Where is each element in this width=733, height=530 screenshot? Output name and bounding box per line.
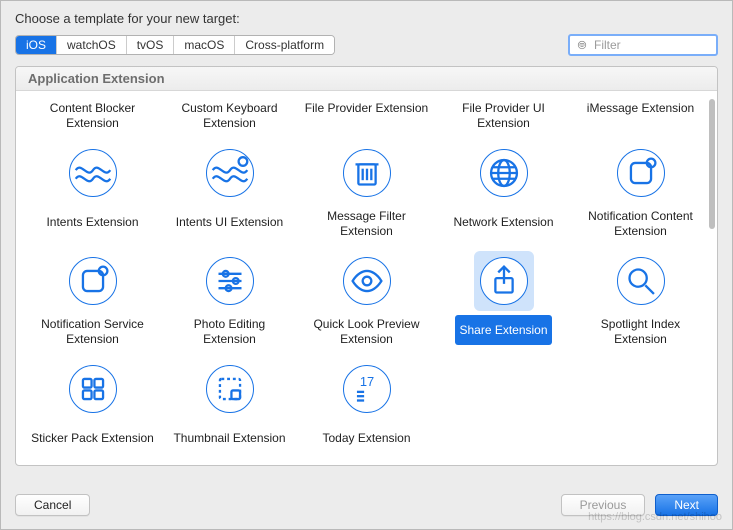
platform-tab-crossplatform[interactable]: Cross-platform: [235, 36, 334, 54]
globe-icon: [480, 149, 528, 197]
svg-text:17: 17: [359, 374, 373, 389]
platform-tab-tvos[interactable]: tvOS: [127, 36, 175, 54]
filter-field[interactable]: Filter: [568, 34, 718, 56]
template-network-extension[interactable]: Network Extension: [435, 141, 572, 243]
template-label: iMessage Extension: [583, 99, 698, 118]
grid4-icon: [69, 365, 117, 413]
template-share-extension[interactable]: Share Extension: [435, 249, 572, 351]
template-icon-wrap: [611, 251, 671, 311]
eye-icon: [343, 257, 391, 305]
template-chooser-sheet: Choose a template for your new target: i…: [0, 0, 733, 530]
template-thumbnail-extension[interactable]: Thumbnail Extension: [161, 357, 298, 455]
template-grid: Content Blocker ExtensionCustom Keyboard…: [16, 91, 717, 465]
sheet-title: Choose a template for your new target:: [1, 1, 732, 26]
filter-icon: [576, 39, 588, 51]
template-today-extension[interactable]: 17 Today Extension: [298, 357, 435, 455]
template-label: Photo Editing Extension: [163, 315, 296, 349]
template-label: Content Blocker Extension: [26, 99, 159, 133]
sliders-icon: [206, 257, 254, 305]
trash-icon: [343, 149, 391, 197]
next-button[interactable]: Next: [655, 494, 718, 516]
template-file-provider-ui-extension[interactable]: File Provider UI Extension: [435, 97, 572, 135]
template-label: File Provider Extension: [301, 99, 432, 118]
template-message-filter-extension[interactable]: Message Filter Extension: [298, 141, 435, 243]
scrollbar-thumb[interactable]: [709, 99, 715, 229]
template-photo-editing-extension[interactable]: Photo Editing Extension: [161, 249, 298, 351]
template-intents-extension[interactable]: Intents Extension: [24, 141, 161, 243]
template-label: Spotlight Index Extension: [574, 315, 707, 349]
previous-button: Previous: [561, 494, 646, 516]
template-custom-keyboard-extension[interactable]: Custom Keyboard Extension: [161, 97, 298, 135]
template-icon-wrap: [474, 251, 534, 311]
template-list-box: Application Extension Content Blocker Ex…: [15, 66, 718, 466]
template-icon-wrap: [337, 143, 397, 203]
template-content-blocker-extension[interactable]: Content Blocker Extension: [24, 97, 161, 135]
template-sticker-pack-extension[interactable]: Sticker Pack Extension: [24, 357, 161, 455]
template-icon-wrap: 17: [337, 359, 397, 419]
template-scroll-area[interactable]: Content Blocker ExtensionCustom Keyboard…: [16, 91, 717, 465]
template-icon-wrap: [200, 143, 260, 203]
share-icon: [480, 257, 528, 305]
template-label: Notification Content Extension: [574, 207, 707, 241]
template-label: Intents Extension: [42, 207, 142, 237]
calendar17-icon: 17: [343, 365, 391, 413]
template-label: Thumbnail Extension: [169, 423, 289, 453]
search-icon: [617, 257, 665, 305]
template-label: Today Extension: [318, 423, 414, 453]
cancel-button[interactable]: Cancel: [15, 494, 90, 516]
template-label: Network Extension: [449, 207, 557, 237]
platform-tab-ios[interactable]: iOS: [16, 36, 57, 54]
template-imessage-extension[interactable]: iMessage Extension: [572, 97, 709, 135]
filter-placeholder: Filter: [594, 38, 621, 52]
template-icon-wrap: [337, 251, 397, 311]
template-label: File Provider UI Extension: [437, 99, 570, 133]
template-label: Notification Service Extension: [26, 315, 159, 349]
template-icon-wrap: [200, 359, 260, 419]
platform-segmented-control: iOSwatchOStvOSmacOSCross-platform: [15, 35, 335, 55]
template-intents-ui-extension[interactable]: Intents UI Extension: [161, 141, 298, 243]
template-icon-wrap: [63, 251, 123, 311]
template-file-provider-extension[interactable]: File Provider Extension: [298, 97, 435, 135]
platform-tab-watchos[interactable]: watchOS: [57, 36, 127, 54]
platform-tab-macos[interactable]: macOS: [174, 36, 235, 54]
template-notification-content-extension[interactable]: Notification Content Extension: [572, 141, 709, 243]
template-notification-service-extension[interactable]: Notification Service Extension: [24, 249, 161, 351]
waves-badge-icon: [206, 149, 254, 197]
square-badge-icon: [617, 149, 665, 197]
template-spotlight-index-extension[interactable]: Spotlight Index Extension: [572, 249, 709, 351]
template-label: Share Extension: [455, 315, 551, 345]
template-label: Quick Look Preview Extension: [300, 315, 433, 349]
template-icon-wrap: [474, 143, 534, 203]
top-bar: iOSwatchOStvOSmacOSCross-platform Filter: [1, 26, 732, 66]
waves-icon: [69, 149, 117, 197]
template-label: Message Filter Extension: [300, 207, 433, 241]
template-icon-wrap: [63, 143, 123, 203]
template-quick-look-preview-extension[interactable]: Quick Look Preview Extension: [298, 249, 435, 351]
square-badge-icon: [69, 257, 117, 305]
template-icon-wrap: [63, 359, 123, 419]
template-label: Sticker Pack Extension: [27, 423, 158, 453]
template-label: Intents UI Extension: [172, 207, 287, 237]
template-label: Custom Keyboard Extension: [163, 99, 296, 133]
template-icon-wrap: [611, 143, 671, 203]
section-header: Application Extension: [16, 67, 717, 91]
thumb-icon: [206, 365, 254, 413]
footer-bar: Cancel Previous Next: [1, 481, 732, 529]
template-icon-wrap: [200, 251, 260, 311]
